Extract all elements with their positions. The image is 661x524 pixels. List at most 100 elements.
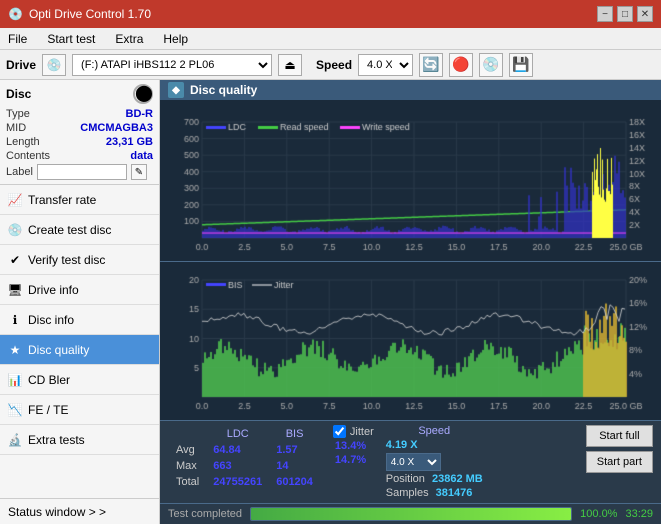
disc-label-edit-button[interactable]: ✎ — [131, 164, 147, 180]
position-label: Position — [386, 473, 425, 485]
jitter-avg-val: 13.4% — [333, 440, 374, 452]
disc-label-row: Label ✎ — [6, 164, 153, 180]
time-text: 33:29 — [625, 508, 653, 520]
main-layout: Disc ⬤ Type BD-R MID CMCMAGBA3 Length 23… — [0, 80, 661, 524]
position-val: 23862 MB — [432, 473, 483, 485]
start-part-button[interactable]: Start part — [586, 451, 653, 473]
disc-quality-header: ◆ Disc quality — [160, 80, 661, 100]
nav-item-drive-info[interactable]: 🖥Drive info — [0, 275, 159, 305]
position-row: Position 23862 MB — [386, 473, 483, 485]
drive-select[interactable]: (F:) ATAPI iHBS112 2 PL06 — [72, 54, 272, 76]
disc-mid-row: MID CMCMAGBA3 — [6, 122, 153, 134]
nav-item-cd-bler[interactable]: 📊 CD Bler — [0, 365, 159, 395]
app-icon: 💿 — [8, 7, 23, 21]
disc-info-label: Disc info — [28, 313, 74, 327]
nav-items-container: 📈Transfer rate💿Create test disc ✔ Verify t… — [0, 185, 159, 455]
samples-val: 381476 — [436, 487, 473, 499]
create-test-disc-icon: 💿 — [8, 223, 22, 237]
stats-header-bis: BIS — [270, 427, 319, 441]
menu-bar: File Start test Extra Help — [0, 28, 661, 50]
disc-quality-title: Disc quality — [190, 83, 257, 97]
stats-avg-ldc: 64.84 — [207, 443, 268, 457]
nav-item-disc-quality[interactable]: ★ Disc quality — [0, 335, 159, 365]
samples-row: Samples 381476 — [386, 487, 483, 499]
stats-table: LDC BIS Avg 64.84 1.57 Max 663 14 Total … — [168, 425, 321, 491]
eject-button[interactable]: ⏏ — [278, 54, 302, 76]
menu-file[interactable]: File — [4, 30, 31, 48]
menu-start-test[interactable]: Start test — [43, 30, 99, 48]
avg-speed-val: 4.19 X — [386, 439, 483, 451]
extra-tests-label: Extra tests — [28, 433, 85, 447]
jitter-max-val: 14.7% — [333, 454, 374, 466]
content-area: ◆ Disc quality LDC BIS Avg — [160, 80, 661, 524]
stats-speed-select[interactable]: 4.0 X — [386, 453, 441, 471]
title-bar-controls: − □ ✕ — [597, 6, 653, 22]
disc-erase-button[interactable]: 🔴 — [449, 53, 473, 77]
title-bar-left: 💿 Opti Drive Control 1.70 — [8, 7, 151, 21]
samples-label: Samples — [386, 487, 429, 499]
stats-total-label: Total — [170, 475, 205, 489]
start-full-button[interactable]: Start full — [586, 425, 653, 447]
nav-item-extra-tests[interactable]: 🔬 Extra tests — [0, 425, 159, 455]
disc-graphic: ⬤ — [133, 84, 153, 104]
disc-mid-key: MID — [6, 122, 26, 134]
progress-text: 100.0% — [580, 508, 617, 520]
speed-header: Speed — [386, 425, 483, 437]
disc-length-key: Length — [6, 136, 40, 148]
nav-item-disc-info[interactable]: ℹ Disc info — [0, 305, 159, 335]
cd-bler-icon: 📊 — [8, 373, 22, 387]
jitter-check-area: Jitter — [333, 425, 374, 438]
disc-contents-row: Contents data — [6, 150, 153, 162]
cd-bler-label: CD Bler — [28, 373, 70, 387]
speed-stats-section: Speed 4.19 X 4.0 X Position 23862 MB Sam… — [386, 425, 483, 499]
drive-bar: Drive 💿 (F:) ATAPI iHBS112 2 PL06 ⏏ Spee… — [0, 50, 661, 80]
stats-max-ldc: 663 — [207, 459, 268, 473]
close-button[interactable]: ✕ — [637, 6, 653, 22]
status-window-button[interactable]: Status window > > — [0, 498, 159, 524]
verify-test-disc-icon: ✔ — [8, 253, 22, 267]
disc-info-icon: ℹ — [8, 313, 22, 327]
speed-select-row: 4.0 X — [386, 453, 483, 471]
nav-item-fe-te[interactable]: 📉FE / TE — [0, 395, 159, 425]
menu-extra[interactable]: Extra — [111, 30, 147, 48]
progress-bar-outer — [250, 507, 572, 521]
verify-test-disc-label: Verify test disc — [28, 253, 105, 267]
disc-burn-button[interactable]: 💿 — [479, 53, 503, 77]
disc-panel: Disc ⬤ Type BD-R MID CMCMAGBA3 Length 23… — [0, 80, 159, 185]
nav-item-create-test-disc[interactable]: 💿Create test disc — [0, 215, 159, 245]
chart-bottom — [160, 262, 661, 420]
sidebar: Disc ⬤ Type BD-R MID CMCMAGBA3 Length 23… — [0, 80, 160, 524]
extra-tests-icon: 🔬 — [8, 433, 22, 447]
disc-quality-icon: ◆ — [168, 82, 184, 98]
app-title: Opti Drive Control 1.70 — [29, 7, 151, 21]
disc-contents-key: Contents — [6, 150, 50, 162]
nav-item-verify-test-disc[interactable]: ✔ Verify test disc — [0, 245, 159, 275]
menu-help[interactable]: Help — [159, 30, 192, 48]
speed-select[interactable]: 4.0 X — [358, 54, 413, 76]
disc-section-label: Disc — [6, 87, 31, 101]
disc-mid-val: CMCMAGBA3 — [80, 122, 153, 134]
stats-total-ldc: 24755261 — [207, 475, 268, 489]
disc-quality-label: Disc quality — [28, 343, 89, 357]
drive-icon-btn[interactable]: 💿 — [42, 54, 66, 76]
stats-row: LDC BIS Avg 64.84 1.57 Max 663 14 Total … — [160, 420, 661, 503]
maximize-button[interactable]: □ — [617, 6, 633, 22]
nav-item-transfer-rate[interactable]: 📈Transfer rate — [0, 185, 159, 215]
disc-type-key: Type — [6, 108, 30, 120]
speed-label: Speed — [316, 58, 352, 72]
save-button[interactable]: 💾 — [509, 53, 533, 77]
transfer-rate-label: Transfer rate — [28, 193, 96, 207]
minimize-button[interactable]: − — [597, 6, 613, 22]
jitter-checkbox[interactable] — [333, 425, 346, 438]
disc-panel-header: Disc ⬤ — [6, 84, 153, 104]
disc-type-val: BD-R — [126, 108, 154, 120]
refresh-button[interactable]: 🔄 — [419, 53, 443, 77]
disc-length-row: Length 23,31 GB — [6, 136, 153, 148]
stats-max-label: Max — [170, 459, 205, 473]
stats-total-bis: 601204 — [270, 475, 319, 489]
disc-quality-icon: ★ — [8, 343, 22, 357]
disc-label-input[interactable] — [37, 164, 127, 180]
status-window-label: Status window > > — [8, 505, 106, 519]
disc-label-key: Label — [6, 166, 33, 178]
top-chart-canvas — [160, 100, 661, 258]
